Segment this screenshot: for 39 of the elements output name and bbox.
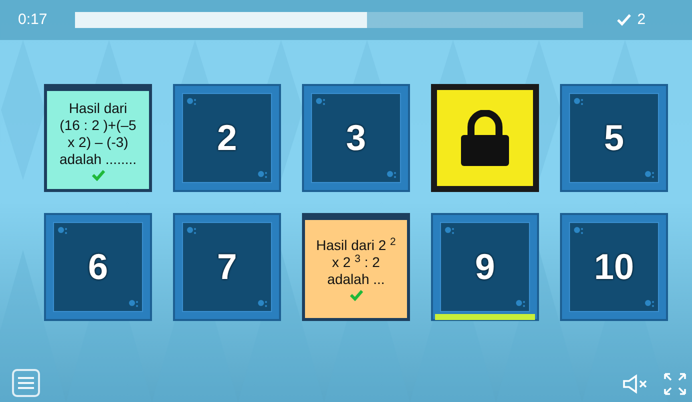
question-card[interactable]: Hasil dari (16 : 2 )+(–5 x 2) – (-3) adalah ........ bbox=[44, 84, 152, 192]
swirl-icon bbox=[257, 170, 268, 179]
fullscreen-icon[interactable] bbox=[662, 371, 688, 397]
check-icon bbox=[617, 14, 632, 26]
swirl-icon bbox=[315, 97, 326, 106]
swirl-icon bbox=[57, 226, 68, 235]
number-tile[interactable]: 7 bbox=[173, 213, 281, 321]
number-tile[interactable]: 3 bbox=[302, 84, 410, 192]
swirl-icon bbox=[186, 97, 197, 106]
swirl-icon bbox=[573, 226, 584, 235]
swirl-icon bbox=[644, 299, 655, 308]
swirl-icon bbox=[573, 97, 584, 106]
number-tile[interactable]: 9 bbox=[431, 213, 539, 321]
question-text: Hasil dari (16 : 2 )+(–5 x 2) – (-3) adalah ........ bbox=[58, 100, 138, 168]
tile-number: 5 bbox=[604, 116, 624, 160]
swirl-icon bbox=[515, 299, 526, 308]
swirl-icon bbox=[257, 299, 268, 308]
swirl-icon bbox=[644, 170, 655, 179]
number-tile[interactable]: 5 bbox=[560, 84, 668, 192]
timer: 0:17 bbox=[18, 10, 48, 30]
tile-number: 2 bbox=[216, 116, 238, 160]
tile-number: 3 bbox=[346, 116, 366, 160]
tile-number: 9 bbox=[474, 245, 496, 289]
number-tile[interactable]: 2 bbox=[173, 84, 281, 192]
lock-icon bbox=[459, 110, 511, 166]
tile-number: 7 bbox=[216, 245, 238, 289]
score: 2 bbox=[637, 10, 646, 30]
mute-icon[interactable] bbox=[622, 374, 648, 394]
swirl-icon bbox=[386, 170, 397, 179]
swirl-icon bbox=[186, 226, 197, 235]
menu-button[interactable] bbox=[12, 369, 40, 397]
swirl-icon bbox=[444, 226, 455, 235]
question-text: Hasil dari 2 $^{2}$ x 2 $^{3}$ : 2 adalah ... bbox=[316, 237, 396, 288]
tile-number: 10 bbox=[594, 245, 634, 289]
swirl-icon bbox=[128, 299, 139, 308]
tile-number: 6 bbox=[88, 245, 108, 289]
question-card[interactable]: Hasil dari 2 $^{2}$ x 2 $^{3}$ : 2 adalah ... bbox=[302, 213, 410, 321]
number-tile[interactable]: 6 bbox=[44, 213, 152, 321]
number-tile[interactable]: 10 bbox=[560, 213, 668, 321]
